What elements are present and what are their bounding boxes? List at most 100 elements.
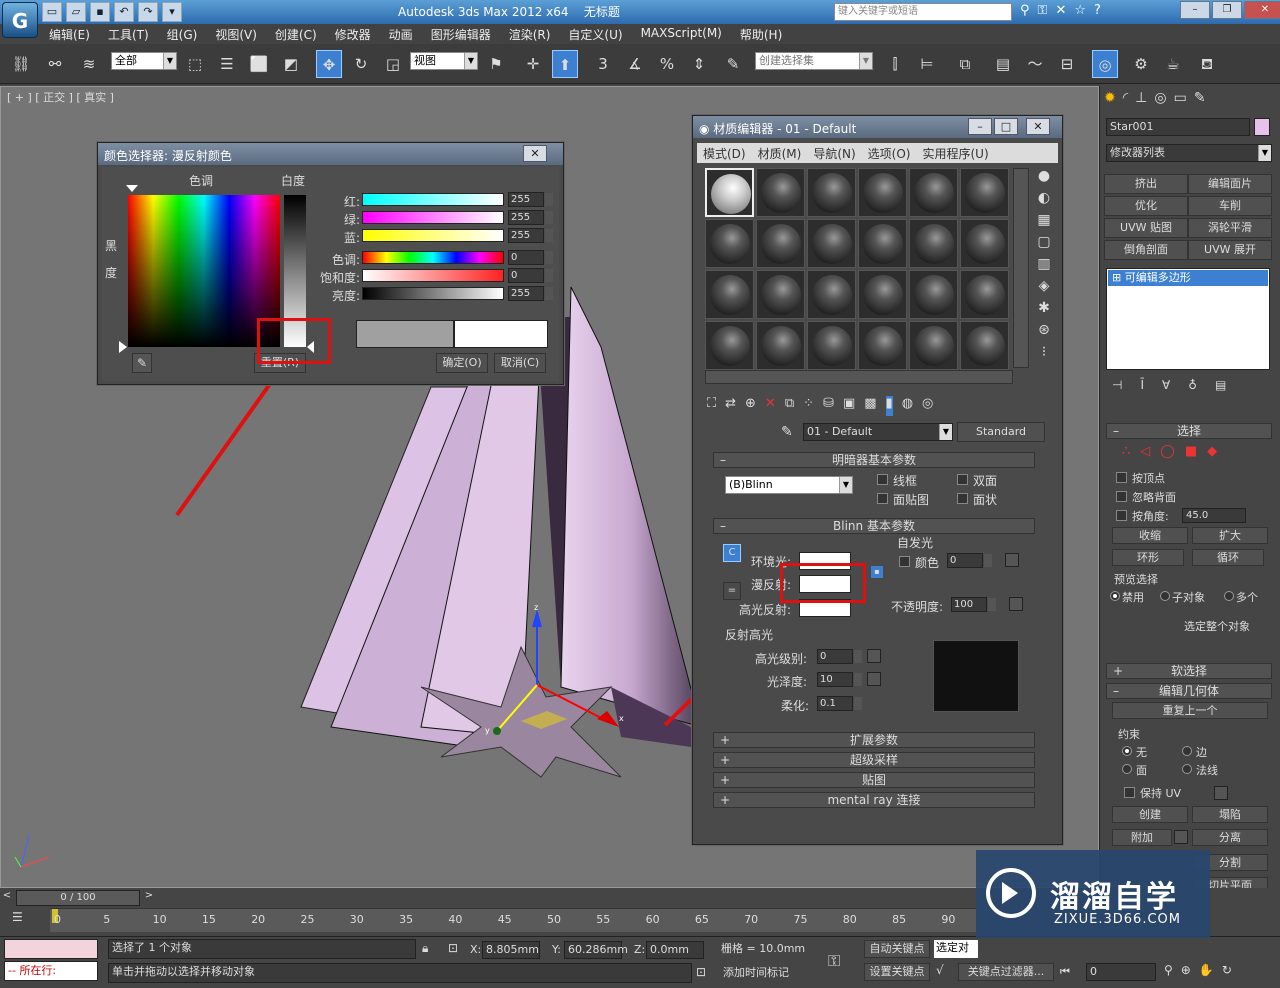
sample-slot[interactable]: [960, 168, 1009, 217]
selected-objects-dropdown[interactable]: 选定对: [934, 940, 978, 958]
lock-diffuse-specular-icon[interactable]: =: [723, 582, 741, 600]
close-icon[interactable]: ✕: [1244, 1, 1280, 19]
constraint-edge-radio[interactable]: [1182, 746, 1192, 756]
border-level-icon[interactable]: ◯: [1160, 444, 1175, 459]
green-spinner[interactable]: 255: [508, 210, 553, 225]
repeat-last-button[interactable]: 重复上一个: [1112, 702, 1268, 719]
blackness-marker-icon[interactable]: [119, 341, 127, 353]
specular-level-spinner[interactable]: 0: [817, 649, 862, 664]
reference-coordinate-dropdown[interactable]: 视图 ▼: [410, 52, 478, 70]
modify-tab-icon[interactable]: ◜: [1123, 90, 1128, 106]
menu-customize[interactable]: 自定义(U): [559, 24, 631, 44]
attach-list-icon[interactable]: [1174, 830, 1188, 844]
sample-slot[interactable]: [858, 321, 907, 370]
diffuse-map-button[interactable]: ▪: [871, 566, 883, 578]
ring-button[interactable]: 环形: [1112, 549, 1184, 566]
set-key-icon[interactable]: ⚿: [828, 951, 840, 971]
assign-to-selection-icon[interactable]: ⊕: [745, 396, 756, 416]
app-logo-icon[interactable]: G: [2, 2, 38, 38]
maxscript-listener-mini[interactable]: [4, 939, 98, 959]
close-icon[interactable]: ✕: [1026, 118, 1050, 135]
timeline-next-icon[interactable]: >: [142, 890, 156, 906]
graphite-tools-icon[interactable]: ▤: [990, 50, 1016, 78]
create-tab-icon[interactable]: ✹: [1104, 90, 1116, 106]
reset-map-icon[interactable]: ✕: [765, 396, 776, 416]
mod-bevel-profile-button[interactable]: 倒角剖面: [1104, 240, 1188, 260]
key-tangent-icon[interactable]: √: [936, 963, 944, 977]
key-icon[interactable]: ⚿: [1038, 3, 1048, 18]
select-rotate-icon[interactable]: ↻: [348, 50, 374, 78]
put-to-library-icon[interactable]: ⛁: [823, 396, 834, 416]
menu-rendering[interactable]: 渲染(R): [500, 24, 560, 44]
opacity-spinner[interactable]: 100: [951, 597, 996, 612]
render-setup-icon[interactable]: ⚙: [1128, 50, 1154, 78]
pan-icon[interactable]: ✋: [1199, 963, 1214, 977]
menu-help[interactable]: 帮助(H): [731, 24, 791, 44]
show-map-icon[interactable]: ▩: [864, 396, 876, 416]
blinn-basic-params-rollout[interactable]: – Blinn 基本参数: [713, 518, 1035, 534]
green-slider[interactable]: [362, 211, 504, 224]
open-icon[interactable]: ▱: [66, 2, 86, 22]
mental-ray-rollout[interactable]: + mental ray 连接: [713, 792, 1035, 808]
bind-space-warp-icon[interactable]: ≋: [76, 50, 102, 78]
hue-slider[interactable]: [362, 251, 504, 264]
angle-spinner[interactable]: 45.0: [1182, 508, 1246, 523]
menu-options[interactable]: 选项(O): [862, 143, 917, 163]
get-material-icon[interactable]: ⛶: [707, 396, 716, 416]
menu-utilities[interactable]: 实用程序(U): [916, 143, 994, 163]
spinner-snap-icon[interactable]: ⇕: [686, 50, 712, 78]
select-manipulate-icon[interactable]: ✛: [520, 50, 546, 78]
loop-button[interactable]: 循环: [1192, 549, 1264, 566]
material-type-button[interactable]: Standard: [957, 422, 1045, 442]
timeline-prev-icon[interactable]: <: [0, 890, 14, 906]
mirror-icon[interactable]: ⫿: [882, 50, 908, 78]
preserve-uv-checkbox[interactable]: [1124, 787, 1135, 798]
constraint-normal-radio[interactable]: [1182, 764, 1192, 774]
select-by-material-icon[interactable]: ⊛: [1033, 322, 1055, 338]
undo-icon[interactable]: ↶: [114, 2, 134, 22]
wire-checkbox[interactable]: [877, 474, 888, 485]
sample-slot[interactable]: [705, 168, 754, 217]
show-end-result-icon[interactable]: Ī: [1140, 378, 1144, 392]
blue-slider[interactable]: [362, 229, 504, 242]
track-bar-icon[interactable]: ☰: [12, 910, 26, 926]
sample-slot[interactable]: [858, 219, 907, 268]
glossiness-spinner[interactable]: 10: [817, 672, 862, 687]
minimize-icon[interactable]: –: [968, 118, 992, 135]
edge-level-icon[interactable]: ◁: [1140, 444, 1150, 459]
utilities-tab-icon[interactable]: ✎: [1194, 90, 1206, 106]
self-illum-spinner[interactable]: 0: [947, 553, 992, 568]
motion-tab-icon[interactable]: ◎: [1154, 90, 1166, 106]
named-selection-set-dropdown[interactable]: 创建选择集 ▼: [755, 52, 873, 70]
curve-editor-icon[interactable]: 〜: [1022, 50, 1048, 78]
sample-type-icon[interactable]: ●: [1033, 168, 1055, 184]
hierarchy-tab-icon[interactable]: ⊥: [1135, 90, 1147, 106]
stack-item-editable-poly[interactable]: ⊞ 可编辑多边形: [1108, 270, 1268, 286]
make-preview-icon[interactable]: ◈: [1033, 278, 1055, 294]
shader-basic-params-rollout[interactable]: – 明暗器基本参数: [713, 452, 1035, 468]
sample-slot[interactable]: [909, 219, 958, 268]
preview-subobject-radio[interactable]: [1160, 591, 1170, 601]
go-to-parent-icon[interactable]: ◍: [902, 396, 913, 416]
material-name-field[interactable]: 01 - Default ▼: [803, 423, 953, 441]
search-input[interactable]: 键入关键字或短语: [834, 3, 1012, 21]
sample-slot[interactable]: [858, 270, 907, 319]
mod-edit-patch-button[interactable]: 编辑面片: [1188, 174, 1272, 194]
dropdown-icon[interactable]: ▾: [162, 2, 182, 22]
material-id-icon[interactable]: ▣: [843, 396, 855, 416]
detach-button[interactable]: 分离: [1192, 829, 1268, 846]
zoom-all-icon[interactable]: ⊕: [1181, 963, 1191, 977]
menu-edit[interactable]: 编辑(E): [40, 24, 99, 44]
select-by-name-icon[interactable]: ☰: [214, 50, 240, 78]
unlink-icon[interactable]: ⚯: [42, 50, 68, 78]
current-frame-field[interactable]: 0: [1086, 963, 1156, 981]
menu-group[interactable]: 组(G): [158, 24, 207, 44]
x-coordinate-field[interactable]: 8.805mm: [482, 941, 540, 959]
add-time-tag[interactable]: 添加时间标记: [720, 965, 820, 983]
mod-optimize-button[interactable]: 优化: [1104, 196, 1188, 216]
constraint-none-radio[interactable]: [1122, 746, 1132, 756]
select-move-icon[interactable]: ✥: [316, 50, 342, 78]
save-icon[interactable]: ▪: [90, 2, 110, 22]
align-icon[interactable]: ⊨: [914, 50, 940, 78]
put-to-scene-icon[interactable]: ⇄: [725, 396, 736, 416]
